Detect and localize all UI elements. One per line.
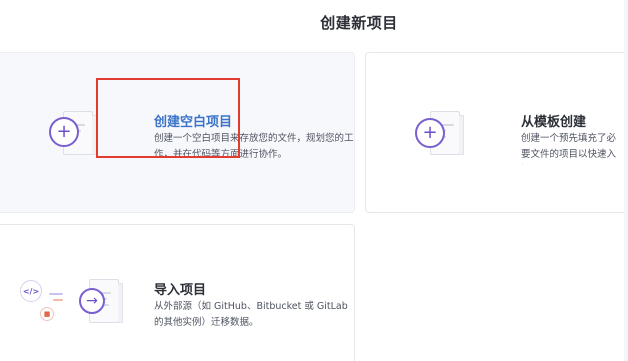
template-title: 从模板创建 (521, 115, 587, 130)
page-title: 创建新项目 (320, 14, 398, 32)
scrollbar-track[interactable] (624, 0, 628, 361)
template-description: 创建一个预先填充了必要文件的项目以快速入门。 (521, 133, 617, 160)
blank-project-description: 创建一个空白项目来存放您的文件，规划您的工作，并在代码等方面进行协作。 (154, 133, 354, 160)
create-blank-project-card[interactable]: + 创建空白项目 创建一个空白项目来存放您的文件，规划您的工作，并在代码等方面进… (0, 52, 355, 213)
plus-icon: + (415, 118, 445, 148)
flow-line (49, 293, 63, 295)
import-project-card[interactable]: </> ■ → 导入项目 从外部源（如 GitHub、Bitbucket 或 G… (0, 224, 355, 361)
blank-project-title: 创建空白项目 (154, 115, 233, 130)
import-project-description: 从外部源（如 GitHub、Bitbucket 或 GitLab 的其他实例）迁… (154, 301, 348, 328)
import-project-title: 导入项目 (154, 283, 207, 298)
create-from-template-card[interactable]: + 从模板创建 创建一个预先填充了必要文件的项目以快速入门。 (365, 52, 628, 213)
import-arrow-icon: → (79, 288, 105, 314)
source-badge-icon: ■ (40, 307, 54, 321)
new-project-page: 创建新项目 + 创建空白项目 创建一个空白项目来存放您的文件，规划您的工作，并在… (0, 0, 628, 361)
code-icon: </> (20, 280, 42, 302)
plus-icon: + (49, 117, 79, 147)
flow-line (53, 299, 63, 301)
